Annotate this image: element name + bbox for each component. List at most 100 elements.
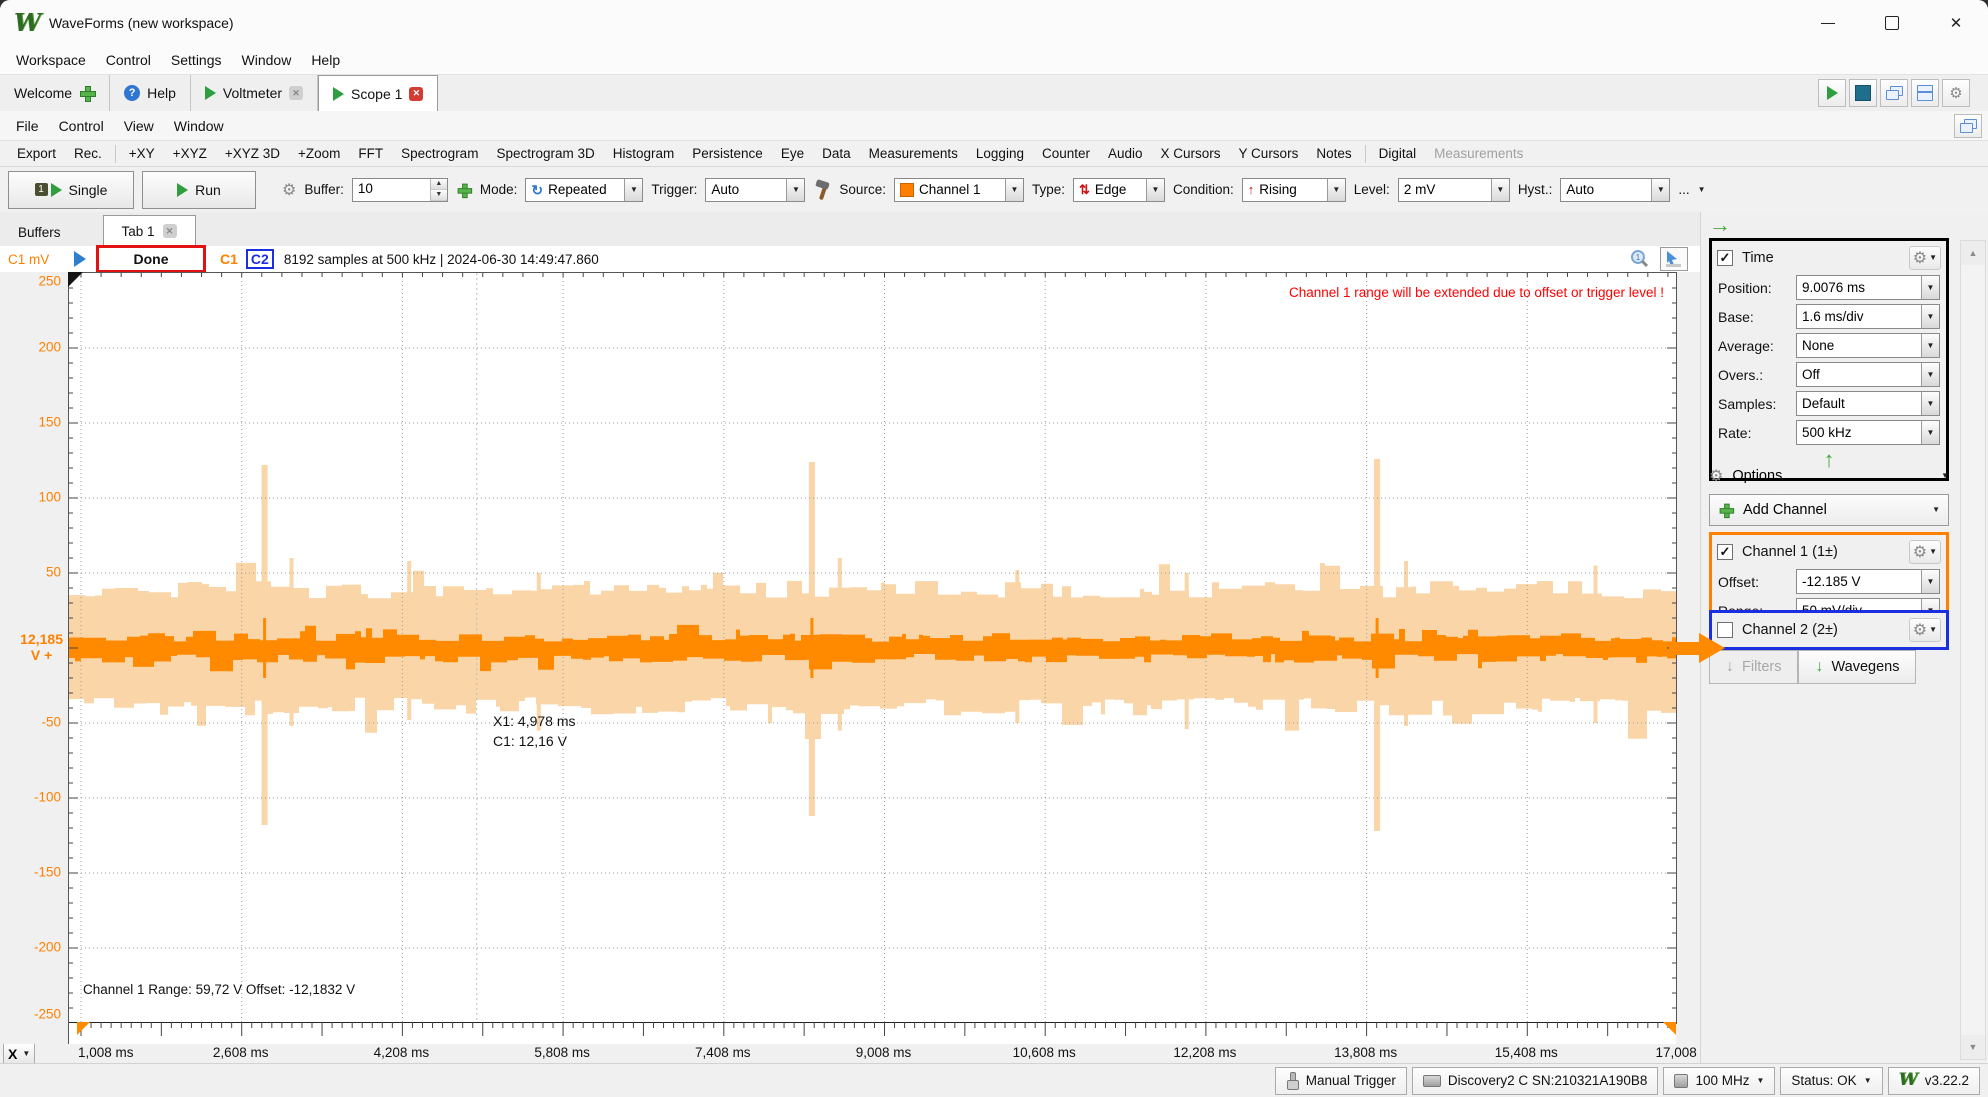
time-dropdown-2[interactable]: None▼ bbox=[1796, 333, 1940, 358]
add-channel-button[interactable]: Add Channel ▼ bbox=[1709, 494, 1949, 526]
y-axis-unit-label[interactable]: C1 mV bbox=[8, 252, 64, 267]
dropdown-arrow-icon[interactable]: ▼ bbox=[1921, 363, 1939, 386]
dropdown-arrow-icon[interactable]: ▼ bbox=[1146, 179, 1164, 201]
view-y-cursors[interactable]: Y Cursors bbox=[1230, 146, 1308, 161]
time-checkbox[interactable]: ✓ bbox=[1717, 250, 1733, 266]
channel2-gear-button[interactable]: ⚙▼ bbox=[1909, 618, 1941, 642]
tab-buffers[interactable]: Buffers bbox=[0, 218, 79, 246]
menu-item-window[interactable]: Window bbox=[232, 52, 302, 68]
view--xy[interactable]: +XY bbox=[120, 146, 164, 161]
menu-item-workspace[interactable]: Workspace bbox=[6, 52, 96, 68]
view-export[interactable]: Export bbox=[8, 146, 65, 161]
settings-button[interactable]: ⚙ bbox=[1942, 79, 1970, 107]
tab-voltmeter[interactable]: Voltmeter ✕ bbox=[191, 75, 318, 111]
view-fft[interactable]: FFT bbox=[349, 146, 392, 161]
dropdown-arrow-icon[interactable]: ▼ bbox=[1921, 392, 1939, 415]
more-caret-icon[interactable]: ▼ bbox=[1698, 186, 1706, 194]
zoom-1-button[interactable]: 1 bbox=[1626, 248, 1652, 270]
trigger-position-marker[interactable] bbox=[68, 272, 83, 287]
time-dropdown-5[interactable]: 500 kHz▼ bbox=[1796, 420, 1940, 445]
level-dropdown[interactable]: 2 mV ▼ bbox=[1398, 178, 1510, 202]
dropdown-arrow-icon[interactable]: ▼ bbox=[1921, 305, 1939, 328]
view--xyz[interactable]: +XYZ bbox=[164, 146, 216, 161]
more-options-button[interactable]: ... bbox=[1678, 182, 1689, 197]
cascade-windows-button[interactable] bbox=[1880, 79, 1908, 107]
restore-scope-window-button[interactable] bbox=[1954, 114, 1982, 138]
spinner-up-icon[interactable]: ▲ bbox=[431, 179, 447, 190]
dropdown-arrow-icon[interactable]: ▼ bbox=[1491, 179, 1509, 201]
spinner-down-icon[interactable]: ▼ bbox=[431, 190, 447, 201]
channel1-checkbox[interactable]: ✓ bbox=[1717, 544, 1733, 560]
scope-menu-item-control[interactable]: Control bbox=[49, 118, 114, 134]
dropdown-arrow-icon[interactable]: ▼ bbox=[1005, 179, 1023, 201]
waveform-plot[interactable]: Channel 1 range will be extended due to … bbox=[68, 272, 1677, 1024]
tile-windows-button[interactable] bbox=[1911, 79, 1939, 107]
view-logging[interactable]: Logging bbox=[967, 146, 1033, 161]
dropdown-arrow-icon[interactable]: ▼ bbox=[1921, 421, 1939, 444]
scope-menu-item-window[interactable]: Window bbox=[164, 118, 234, 134]
view-digital[interactable]: Digital bbox=[1370, 146, 1426, 161]
view-persistence[interactable]: Persistence bbox=[683, 146, 772, 161]
dropdown-arrow-icon[interactable]: ▼ bbox=[786, 179, 804, 201]
channel1-toggle[interactable]: C1 bbox=[220, 251, 238, 267]
view-histogram[interactable]: Histogram bbox=[604, 146, 684, 161]
close-tab-icon[interactable]: ✕ bbox=[163, 224, 177, 238]
version-button[interactable]: W v3.22.2 bbox=[1888, 1067, 1980, 1095]
expand-chevron-icon[interactable] bbox=[74, 251, 86, 267]
view-audio[interactable]: Audio bbox=[1099, 146, 1152, 161]
stop-all-button[interactable] bbox=[1849, 79, 1877, 107]
view--xyz-3d[interactable]: +XYZ 3D bbox=[216, 146, 289, 161]
tab-tab1[interactable]: Tab 1 ✕ bbox=[103, 215, 196, 246]
view--zoom[interactable]: +Zoom bbox=[289, 146, 349, 161]
source-dropdown[interactable]: Channel 1 ▼ bbox=[894, 178, 1024, 202]
tab-help[interactable]: ? Help bbox=[110, 75, 191, 111]
clock-frequency-button[interactable]: 100 MHz ▼ bbox=[1663, 1067, 1775, 1095]
tab-welcome[interactable]: Welcome bbox=[0, 75, 110, 111]
scroll-up-icon[interactable]: ▲ bbox=[1961, 241, 1985, 265]
tab-scope1[interactable]: Scope 1 ✕ bbox=[318, 75, 438, 112]
channel2-toggle[interactable]: C2 bbox=[246, 249, 274, 269]
time-dropdown-3[interactable]: Off▼ bbox=[1796, 362, 1940, 387]
view-spectrogram[interactable]: Spectrogram bbox=[392, 146, 487, 161]
mode-dropdown[interactable]: ↻Repeated ▼ bbox=[525, 178, 643, 202]
scroll-down-icon[interactable]: ▼ bbox=[1961, 1035, 1985, 1059]
trigger-dropdown[interactable]: Auto ▼ bbox=[705, 178, 805, 202]
dropdown-arrow-icon[interactable]: ▼ bbox=[1921, 276, 1939, 299]
scope-menu-item-file[interactable]: File bbox=[6, 118, 49, 134]
x-axis-ruler[interactable] bbox=[68, 1022, 1676, 1044]
view-measurements[interactable]: Measurements bbox=[860, 146, 967, 161]
time-dropdown-4[interactable]: Default▼ bbox=[1796, 391, 1940, 416]
buffer-spinner-arrows[interactable]: ▲▼ bbox=[430, 179, 447, 201]
view-x-cursors[interactable]: X Cursors bbox=[1152, 146, 1230, 161]
time-dropdown-0[interactable]: 9.0076 ms▼ bbox=[1796, 275, 1940, 300]
add-buffer-icon[interactable] bbox=[457, 182, 471, 196]
menu-item-control[interactable]: Control bbox=[96, 52, 161, 68]
view-eye[interactable]: Eye bbox=[772, 146, 813, 161]
panel-scrollbar[interactable]: ▲ ▼ bbox=[1960, 240, 1986, 1060]
manual-trigger-button[interactable]: Manual Trigger bbox=[1275, 1067, 1407, 1095]
menu-item-settings[interactable]: Settings bbox=[161, 52, 232, 68]
run-all-button[interactable] bbox=[1818, 79, 1846, 107]
close-button[interactable]: ✕ bbox=[1924, 0, 1988, 46]
time-dropdown-1[interactable]: 1.6 ms/div▼ bbox=[1796, 304, 1940, 329]
menu-item-help[interactable]: Help bbox=[301, 52, 350, 68]
type-dropdown[interactable]: ⇅Edge ▼ bbox=[1073, 178, 1165, 202]
x-axis-button[interactable]: X▼ bbox=[3, 1044, 35, 1063]
view-counter[interactable]: Counter bbox=[1033, 146, 1099, 161]
run-button[interactable]: Run bbox=[142, 171, 256, 209]
channel1-gear-button[interactable]: ⚙▼ bbox=[1909, 540, 1941, 564]
scope-menu-item-view[interactable]: View bbox=[114, 118, 164, 134]
trigger-level-marker[interactable] bbox=[1669, 633, 1725, 663]
dropdown-arrow-icon[interactable]: ▼ bbox=[1921, 570, 1939, 593]
dropdown-arrow-icon[interactable]: ▼ bbox=[1921, 334, 1939, 357]
single-button[interactable]: 1 Single bbox=[8, 171, 134, 209]
hysteresis-dropdown[interactable]: Auto ▼ bbox=[1560, 178, 1670, 202]
buffer-gear-icon[interactable]: ⚙ bbox=[282, 180, 296, 200]
view-notes[interactable]: Notes bbox=[1307, 146, 1360, 161]
view-spectrogram-3d[interactable]: Spectrogram 3D bbox=[487, 146, 603, 161]
view-rec[interactable]: Rec. bbox=[65, 146, 111, 161]
condition-dropdown[interactable]: ↑Rising ▼ bbox=[1242, 178, 1346, 202]
panel-arrow-right-icon[interactable]: → bbox=[1709, 214, 1731, 236]
time-gear-button[interactable]: ⚙▼ bbox=[1909, 246, 1941, 270]
buffer-value[interactable]: 10 bbox=[353, 179, 430, 201]
